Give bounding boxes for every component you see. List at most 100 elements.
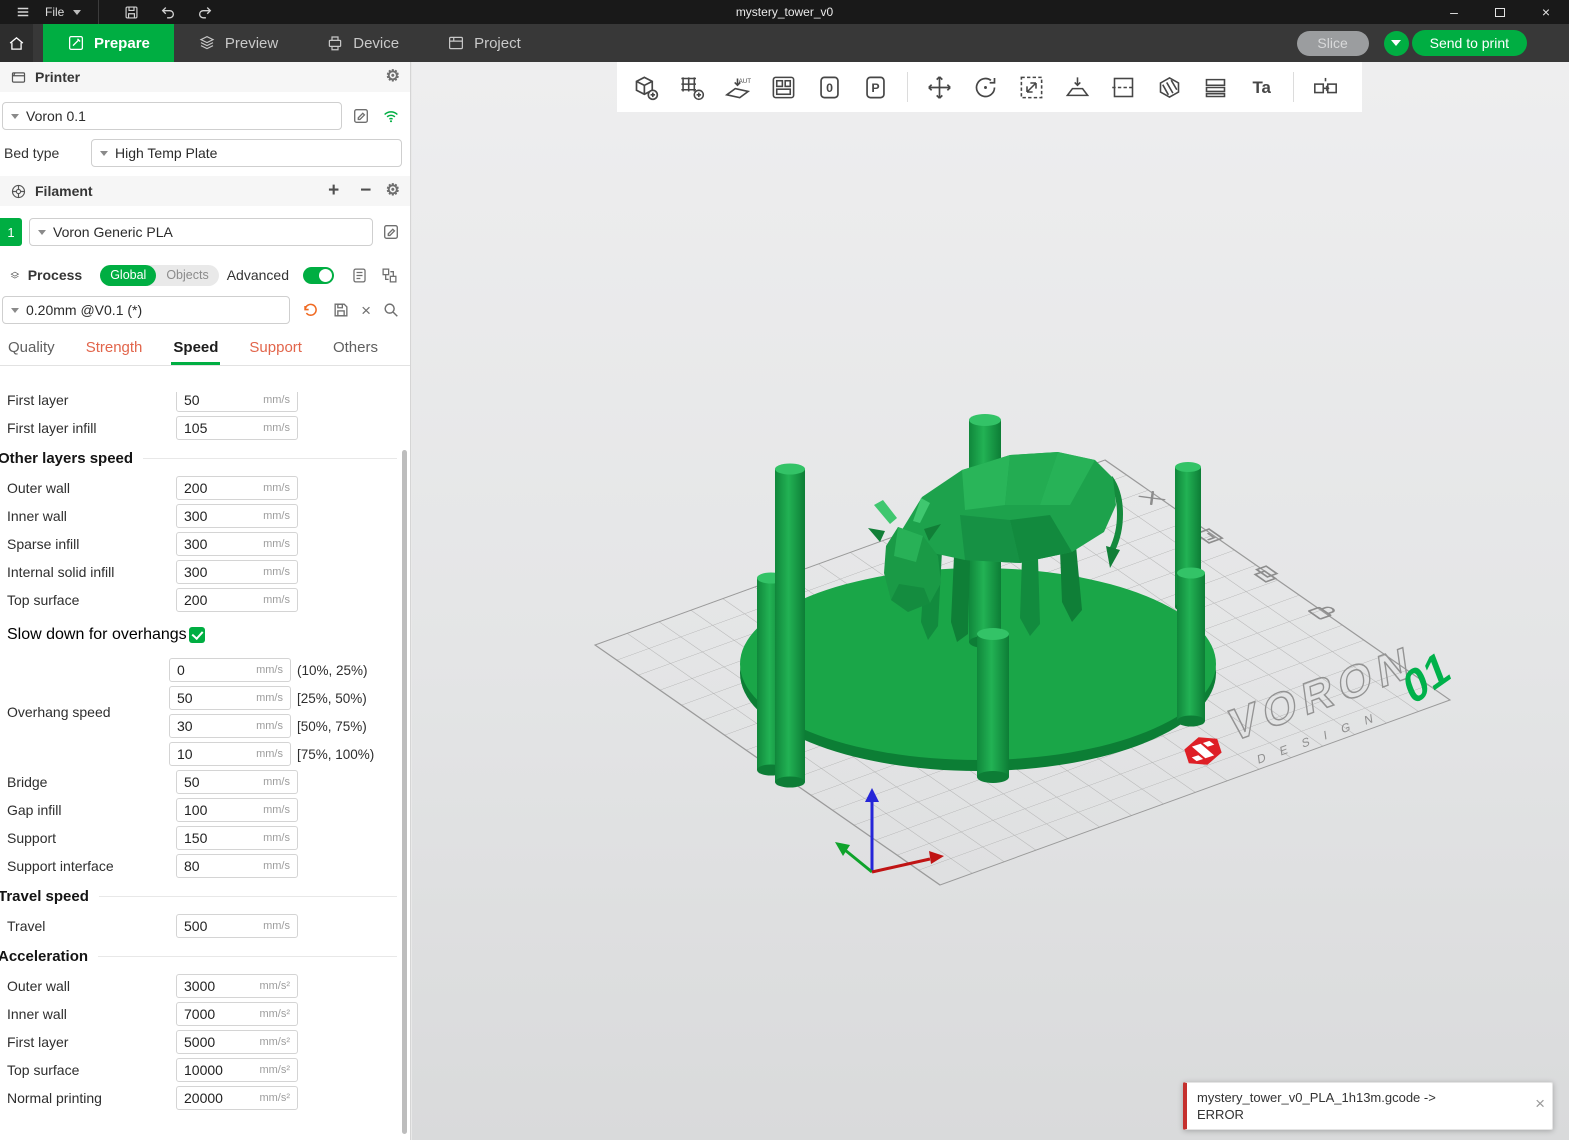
svg-text:P: P <box>871 81 879 95</box>
home-button[interactable] <box>0 24 33 62</box>
tower-pillar[interactable] <box>775 464 805 788</box>
tab-device[interactable]: Device <box>302 24 423 62</box>
setting-input[interactable]: 50mm/s <box>176 770 298 794</box>
close-button[interactable]: × <box>1523 0 1569 24</box>
setting-input[interactable]: 3000mm/s² <box>176 974 298 998</box>
setting-input[interactable]: 50mm/s <box>169 686 291 710</box>
tower-pillar[interactable] <box>977 628 1009 783</box>
toast-close-icon[interactable]: × <box>1535 1095 1545 1112</box>
support-paint-icon[interactable] <box>1151 69 1188 106</box>
edit-printer-icon[interactable] <box>350 105 372 127</box>
delete-preset-icon[interactable]: × <box>361 302 371 319</box>
add-filament-button[interactable]: + <box>322 180 346 202</box>
tab-strength[interactable]: Strength <box>86 339 143 365</box>
copy-icon[interactable]: 0 <box>811 69 848 106</box>
advanced-toggle[interactable] <box>303 267 334 284</box>
setting-input[interactable]: 200mm/s <box>176 588 298 612</box>
minimize-button[interactable]: – <box>1431 0 1477 24</box>
assembly-icon[interactable] <box>1307 69 1344 106</box>
cut-icon[interactable] <box>1105 69 1142 106</box>
setting-input[interactable]: 7000mm/s² <box>176 1002 298 1026</box>
tab-others[interactable]: Others <box>333 339 378 365</box>
setting-input[interactable]: 300mm/s <box>176 532 298 556</box>
tab-preview[interactable]: Preview <box>174 24 302 62</box>
overhang-range-label: [25%, 50%) <box>297 691 367 706</box>
scope-objects-button[interactable]: Objects <box>156 265 218 286</box>
add-plate-icon[interactable] <box>673 69 710 106</box>
tab-project[interactable]: Project <box>423 24 545 62</box>
redo-icon[interactable] <box>190 0 220 24</box>
file-menu-caret-icon[interactable] <box>73 10 81 15</box>
setting-input[interactable]: 80mm/s <box>176 854 298 878</box>
filament-settings-gear-icon[interactable]: ⚙ <box>386 183 400 199</box>
add-object-icon[interactable] <box>627 69 664 106</box>
parameter-table-icon[interactable] <box>348 264 370 286</box>
process-preset-select[interactable]: 0.20mm @V0.1 (*) <box>2 296 290 324</box>
setting-input[interactable]: 200mm/s <box>176 476 298 500</box>
tower-pillar[interactable] <box>1177 568 1205 727</box>
reset-preset-icon[interactable] <box>299 299 321 321</box>
setting-input[interactable]: 300mm/s <box>176 560 298 584</box>
printer-select[interactable]: Voron 0.1 <box>2 102 342 130</box>
bed-type-select[interactable]: High Temp Plate <box>91 139 402 167</box>
setting-input[interactable]: 300mm/s <box>176 504 298 528</box>
send-dropdown-button[interactable] <box>1384 31 1409 56</box>
setting-input[interactable]: 10000mm/s² <box>176 1058 298 1082</box>
tab-support[interactable]: Support <box>249 339 302 365</box>
setting-input[interactable]: 105mm/s <box>176 416 298 440</box>
slow-down-overhangs-checkbox[interactable] <box>189 627 205 643</box>
setting-input[interactable]: 50mm/s <box>176 392 298 412</box>
search-icon[interactable] <box>380 299 402 321</box>
arrange-icon[interactable] <box>765 69 802 106</box>
setting-row: Outer wall 200mm/s <box>0 474 401 502</box>
wifi-connection-icon[interactable] <box>380 105 402 127</box>
save-project-icon[interactable] <box>116 0 146 24</box>
tab-quality[interactable]: Quality <box>8 339 55 365</box>
tab-prepare[interactable]: Prepare <box>43 24 174 62</box>
lay-on-face-icon[interactable] <box>1059 69 1096 106</box>
svg-text:0: 0 <box>826 81 833 95</box>
setting-row: Gap infill 100mm/s <box>0 796 401 824</box>
main-tab-bar: Prepare Preview Device Project Slice Sen… <box>0 24 1569 62</box>
viewport-3d[interactable]: VORON D E S I G N 01 <box>412 62 1569 1140</box>
paste-icon[interactable]: P <box>857 69 894 106</box>
auto-orient-icon[interactable]: AUTO <box>719 69 756 106</box>
setting-input[interactable]: 500mm/s <box>176 914 298 938</box>
send-to-print-button[interactable]: Send to print <box>1412 30 1527 56</box>
settings-scrollbar[interactable] <box>402 450 407 1134</box>
slice-button[interactable]: Slice <box>1297 31 1369 56</box>
scale-icon[interactable] <box>1013 69 1050 106</box>
setting-input[interactable]: 100mm/s <box>176 798 298 822</box>
setting-input[interactable]: 10mm/s <box>169 742 291 766</box>
edit-filament-icon[interactable] <box>380 221 402 243</box>
main-menu-button[interactable] <box>8 0 38 24</box>
maximize-button[interactable] <box>1477 0 1523 24</box>
setting-row: Internal solid infill 300mm/s <box>0 558 401 586</box>
send-split-button: Send to print <box>1384 30 1527 56</box>
tab-speed[interactable]: Speed <box>173 339 218 365</box>
titlebar-divider <box>98 0 99 24</box>
scope-global-button[interactable]: Global <box>100 265 156 286</box>
setting-input[interactable]: 30mm/s <box>169 714 291 738</box>
rotate-icon[interactable] <box>967 69 1004 106</box>
setting-input[interactable]: 20000mm/s² <box>176 1086 298 1110</box>
setting-label: Support interface <box>7 858 176 874</box>
setting-input[interactable]: 150mm/s <box>176 826 298 850</box>
scene-canvas[interactable]: VORON D E S I G N 01 <box>412 62 1569 1140</box>
undo-icon[interactable] <box>153 0 183 24</box>
svg-text:AUTO: AUTO <box>739 78 751 85</box>
setting-input[interactable]: 5000mm/s² <box>176 1030 298 1054</box>
remove-filament-button[interactable]: − <box>354 180 378 202</box>
move-icon[interactable] <box>921 69 958 106</box>
filament-select[interactable]: Voron Generic PLA <box>29 218 373 246</box>
text-tool-icon[interactable]: Ta <box>1243 69 1280 106</box>
overhang-speed-block: Overhang speed 0mm/s (10%, 25%) 50mm/s [… <box>0 656 401 768</box>
save-preset-icon[interactable] <box>330 299 352 321</box>
svg-text:Ta: Ta <box>1253 78 1272 97</box>
layer-height-icon[interactable] <box>1197 69 1234 106</box>
printer-settings-gear-icon[interactable]: ⚙ <box>386 69 400 85</box>
compare-presets-icon[interactable] <box>378 264 400 286</box>
setting-input[interactable]: 0mm/s <box>169 658 291 682</box>
file-menu[interactable]: File <box>45 5 64 19</box>
advanced-label: Advanced <box>227 267 289 283</box>
